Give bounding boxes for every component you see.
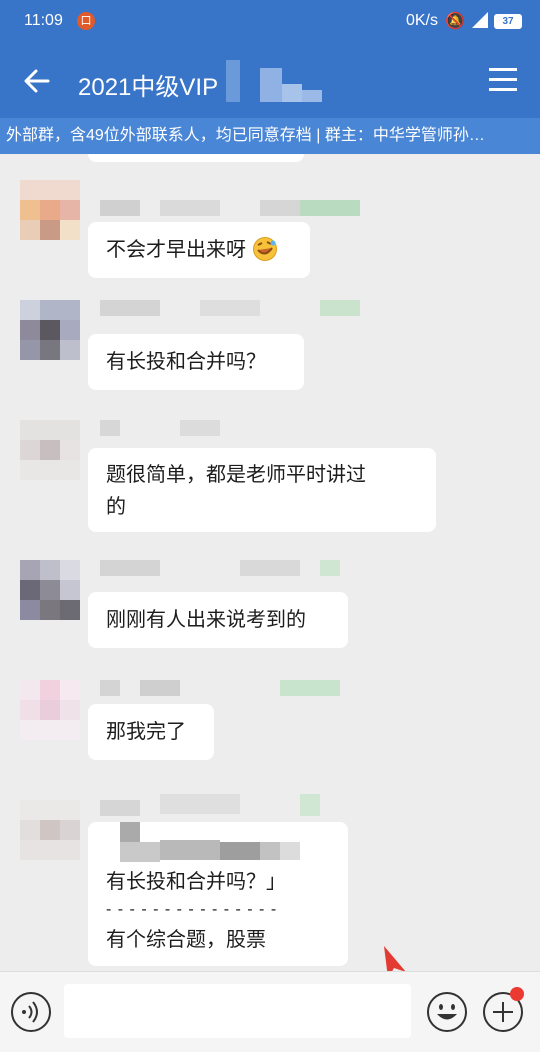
message-bubble[interactable]: 不会才早出来呀 (88, 222, 310, 278)
message-text-line: 的 (106, 496, 126, 518)
notification-dot (510, 987, 524, 1001)
avatar[interactable] (20, 180, 80, 240)
battery-icon: 37 (494, 14, 522, 29)
partial-bubble (88, 154, 304, 162)
message-text-line: 题很简单，都是老师平时讲过 (106, 464, 366, 486)
avatar[interactable] (20, 800, 80, 860)
status-bar: 11:09 口 0K/s 🔕 37 (0, 0, 540, 44)
mute-bell-icon: 🔕 (445, 13, 465, 30)
message-bubble[interactable]: 刚刚有人出来说考到的 (88, 592, 348, 648)
hamburger-menu-icon[interactable] (488, 66, 518, 94)
rolling-laughing-emoji-icon (252, 237, 277, 261)
message-bubble[interactable]: 题很简单，都是老师平时讲过 的 (88, 448, 436, 532)
avatar[interactable] (20, 680, 80, 740)
avatar[interactable] (20, 300, 80, 360)
quote-separator: - - - - - - - - - - - - - - - (106, 901, 278, 918)
avatar[interactable] (20, 420, 80, 480)
message-bubble[interactable]: 有长投和合并吗？ (88, 334, 304, 390)
network-speed: 0K/s (405, 12, 438, 29)
group-info-banner[interactable]: 外部群，含49位外部联系人，均已同意存档 | 群主：中华学管师孙… (0, 118, 540, 154)
status-time: 11:09 (24, 12, 63, 29)
input-bar (0, 971, 540, 1052)
avatar[interactable] (20, 560, 80, 620)
message-bubble[interactable]: 那我完了 (88, 704, 214, 760)
voice-input-icon[interactable] (10, 991, 52, 1033)
chat-title: 2021中级VIP (78, 74, 219, 101)
quoted-text: 有长投和合并吗？」 (106, 871, 286, 893)
message-input[interactable] (64, 984, 411, 1038)
app-bar: 2021中级VIP (0, 44, 540, 118)
signal-icon (472, 12, 488, 28)
message-text: 有个综合题，股票 (106, 929, 266, 951)
notification-badge: 口 (77, 12, 95, 30)
back-arrow-icon[interactable] (20, 64, 54, 98)
blurred-title-area (226, 60, 322, 102)
message-text: 不会才早出来呀 (106, 239, 246, 261)
message-text: 刚刚有人出来说考到的 (106, 609, 306, 631)
message-text: 有长投和合并吗？ (106, 351, 266, 373)
message-text: 那我完了 (106, 721, 186, 743)
emoji-icon[interactable] (426, 991, 468, 1033)
